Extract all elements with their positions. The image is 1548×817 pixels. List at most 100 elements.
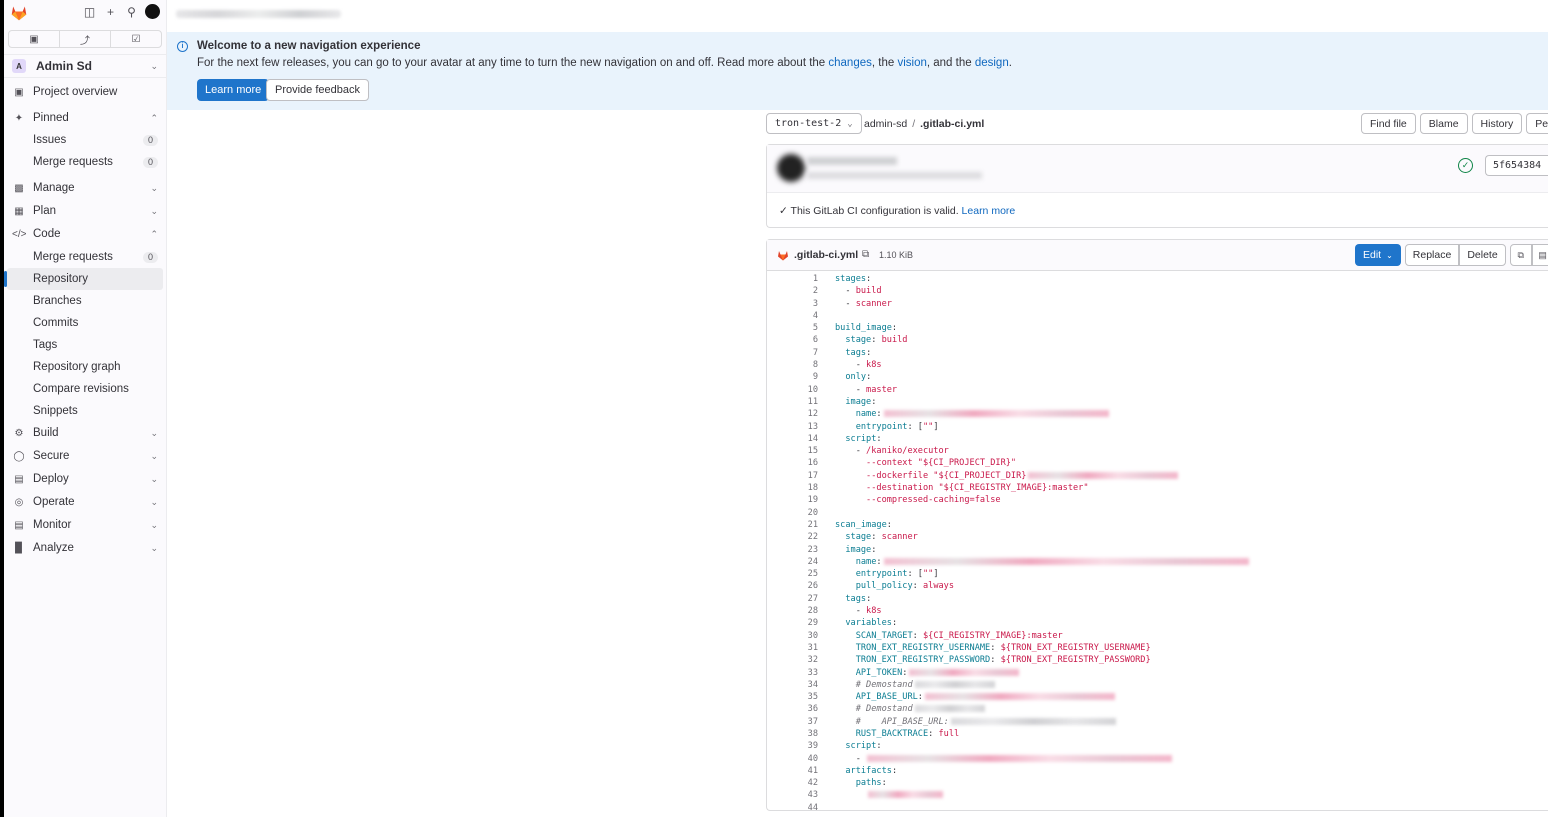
code-line: 18 --destination "${CI_REGISTRY_IMAGE}:m… (807, 483, 1089, 494)
commit-author-avatar (777, 154, 805, 182)
todo-counter-icon[interactable]: ☑ (111, 31, 161, 47)
banner-text: For the next few releases, you can go to… (197, 57, 1012, 69)
sidebar-item-issues[interactable]: Issues 0 (4, 129, 166, 151)
sidebar-item-monitor[interactable]: ▤ Monitor ⌄ (4, 514, 166, 536)
chevron-down-icon: ⌄ (150, 473, 158, 484)
redacted-value (924, 693, 1115, 701)
sidebar-item-pinned-merge-requests[interactable]: Merge requests 0 (4, 151, 166, 173)
sidebar-item-compare-revisions[interactable]: Compare revisions (4, 378, 166, 400)
delete-button[interactable]: Delete (1459, 244, 1506, 266)
code-line: 6 stage: build (812, 335, 908, 346)
project-icon: ▣ (14, 86, 24, 98)
permalink-button[interactable]: Perma (1526, 113, 1548, 134)
project-context-switcher[interactable]: A Admin Sd ⌄ (4, 54, 166, 78)
history-button[interactable]: History (1471, 113, 1523, 134)
sidebar-item-code[interactable]: </> Code ⌃ (4, 223, 166, 245)
copy-path-icon[interactable]: ⧉ (862, 249, 869, 260)
replace-button[interactable]: Replace (1404, 244, 1460, 266)
learn-more-button[interactable]: Learn more (197, 79, 270, 101)
sidebar-item-pinned[interactable]: ✦ Pinned ⌃ (4, 107, 166, 129)
shield-icon: ◯ (13, 450, 25, 462)
build-icon: ⚙ (14, 427, 24, 439)
ci-learn-more-link[interactable]: Learn more (962, 205, 1016, 217)
sidebar-item-snippets[interactable]: Snippets (4, 400, 166, 422)
code-line: 13 entrypoint: [""] (807, 421, 939, 432)
sidebar-nav: ▣ Project overview ✦ Pinned ⌃ Issues 0 Merge… (4, 81, 166, 559)
code-line: 43 (767, 789, 1548, 801)
chevron-down-icon: ⌄ (150, 519, 158, 530)
code-line: 34 # Demostand (767, 679, 1548, 691)
redacted-value (914, 705, 985, 713)
sidebar-item-merge-requests[interactable]: Merge requests 0 (4, 246, 166, 268)
sidebar-header: ◫ + ⚲ (4, 0, 166, 26)
last-commit-panel: ✓ 5f654384 ✓ This GitLab CI configuratio… (766, 144, 1548, 228)
code-line: 33 API_TOKEN: (767, 667, 1548, 679)
plus-icon[interactable]: + (103, 4, 118, 19)
code-line: 27 tags: (807, 593, 872, 604)
code-line: 36 # Demostand (767, 703, 1548, 715)
chevron-down-icon: ⌄ (150, 542, 158, 553)
sidebar-item-plan[interactable]: ▦ Plan ⌄ (4, 200, 166, 222)
sidebar-item-repository[interactable]: Repository (4, 268, 163, 290)
info-icon: i (177, 41, 188, 52)
deploy-icon: ▤ (14, 473, 24, 485)
sidebar-item-secure[interactable]: ◯ Secure ⌄ (4, 445, 166, 467)
sidebar-item-repository-graph[interactable]: Repository graph (4, 356, 166, 378)
manage-icon: ▩ (14, 182, 24, 194)
branch-selector[interactable]: tron-test-2 ⌄ (766, 113, 862, 134)
sidebar-item-build[interactable]: ⚙ Build ⌄ (4, 422, 166, 444)
redacted-value (950, 717, 1116, 725)
sidebar-item-analyze[interactable]: ▉ Analyze ⌄ (4, 537, 166, 559)
sidebar-item-tags[interactable]: Tags (4, 334, 166, 356)
sidebar-item-operate[interactable]: ◎ Operate ⌄ (4, 491, 166, 513)
changes-link[interactable]: changes (828, 57, 871, 69)
code-line: 39 script: (807, 741, 882, 752)
commit-sha[interactable]: 5f654384 (1485, 155, 1548, 176)
design-link[interactable]: design (975, 57, 1009, 69)
code-line: 28 - k8s (807, 606, 882, 617)
code-line: 42 paths: (807, 778, 887, 789)
sidebar-item-commits[interactable]: Commits (4, 312, 166, 334)
find-file-button[interactable]: Find file (1361, 113, 1416, 134)
code-line: 19 --compressed-caching=false (807, 495, 1001, 506)
sidebar-item-manage[interactable]: ▩ Manage ⌄ (4, 177, 166, 199)
sidebar-item-project-overview[interactable]: ▣ Project overview (4, 81, 166, 103)
file-size: 1.10 KiB (879, 250, 914, 260)
check-icon: ✓ (779, 205, 788, 217)
edit-button[interactable]: Edit ⌄ (1355, 244, 1401, 266)
copy-contents-icon[interactable]: ⧉ (1509, 244, 1532, 266)
chevron-down-icon: ⌄ (150, 182, 158, 193)
ci-valid-message: ✓ This GitLab CI configuration is valid.… (779, 205, 1016, 217)
open-raw-icon[interactable]: ▤ (1531, 244, 1548, 266)
chevron-up-icon: ⌃ (150, 228, 158, 239)
avatar[interactable] (145, 4, 160, 19)
code-line: 5 build_image: (812, 323, 898, 334)
code-line: 20 (807, 507, 818, 518)
new-navigation-banner: i Welcome to a new navigation experience… (167, 32, 1548, 110)
breadcrumb-root[interactable]: admin-sd (864, 118, 907, 130)
chevron-down-icon: ⌄ (150, 205, 158, 216)
vision-link[interactable]: vision (897, 57, 926, 69)
sidebar-toggle-icon[interactable]: ◫ (82, 4, 97, 19)
chevron-down-icon: ⌄ (150, 60, 158, 71)
sidebar: ◫ + ⚲ ▣ ⤴ ☑ A Admin Sd ⌄ ▣ Project overvi… (4, 0, 167, 817)
blame-button[interactable]: Blame (1419, 113, 1468, 134)
sidebar-item-deploy[interactable]: ▤ Deploy ⌄ (4, 468, 166, 490)
gitlab-logo-icon[interactable] (10, 5, 28, 21)
merge-requests-counter-icon[interactable]: ⤴ (60, 31, 111, 47)
chevron-down-icon: ⌄ (1386, 250, 1393, 260)
code-line: 21 scan_image: (807, 519, 892, 530)
provide-feedback-button[interactable]: Provide feedback (266, 79, 369, 101)
sidebar-item-branches[interactable]: Branches (4, 290, 166, 312)
pipeline-status-success-icon[interactable]: ✓ (1458, 158, 1473, 173)
top-breadcrumb-redacted (176, 10, 341, 18)
code-line: 25 entrypoint: [""] (807, 569, 939, 580)
code-line: 8 - k8s (812, 360, 882, 371)
chevron-down-icon: ⌄ (847, 118, 853, 129)
issues-counter-icon[interactable]: ▣ (9, 31, 60, 47)
search-icon[interactable]: ⚲ (124, 4, 139, 19)
code-view: 1 stages: 2 - build 3 - scanner 4 5 build_… (767, 271, 1548, 814)
banner-title: Welcome to a new navigation experience (197, 40, 421, 52)
code-line: 16 --context "${CI_PROJECT_DIR}" (807, 458, 1017, 469)
monitor-icon: ▤ (14, 519, 24, 531)
